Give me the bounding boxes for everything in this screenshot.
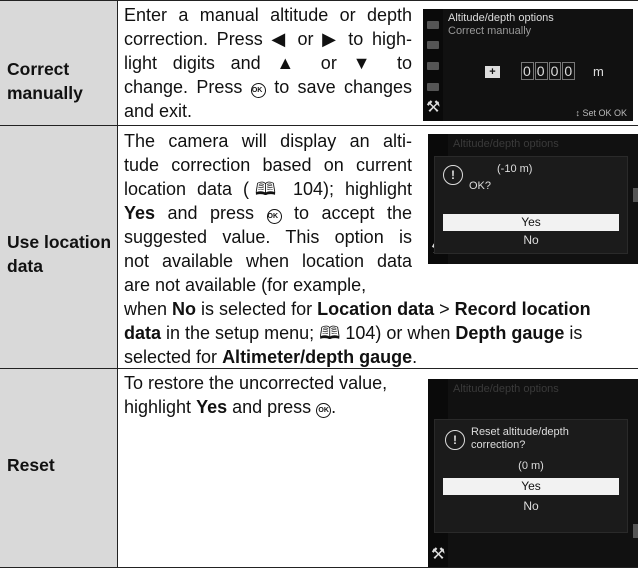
option-yes[interactable]: Yes bbox=[443, 214, 619, 231]
bold-term: No bbox=[172, 299, 197, 319]
question-text: OK? bbox=[469, 180, 492, 192]
sign-field[interactable]: + bbox=[485, 66, 500, 78]
digit-1[interactable]: 0 bbox=[521, 62, 534, 80]
row-label: Reset bbox=[7, 455, 55, 475]
bold-term: Altimeter/depth gauge bbox=[222, 347, 413, 367]
screen-title: Altitude/depth options bbox=[448, 12, 554, 24]
ok-button-icon: OK bbox=[316, 403, 332, 418]
suggested-value: (-10 m) bbox=[497, 163, 533, 175]
row-reset: Reset To restore the uncorrected value, h… bbox=[0, 368, 638, 568]
menu-tab bbox=[633, 524, 638, 538]
confirm-dialog: ! Reset altitude/depth correction? (0 m)… bbox=[434, 419, 628, 533]
text-run: in the setup menu; 🕮 104) or when bbox=[161, 323, 456, 343]
bold-term: Depth gauge bbox=[455, 323, 565, 343]
screen-title: Altitude/depth options bbox=[453, 383, 559, 395]
digit-fields[interactable]: 0000 bbox=[521, 62, 576, 80]
column-divider bbox=[117, 1, 118, 126]
unit-label: m bbox=[593, 64, 604, 79]
text-run: is selected for bbox=[196, 299, 318, 319]
menu-tab bbox=[633, 188, 638, 202]
text-line: Yes and press OK to accept the bbox=[124, 201, 412, 225]
bold-term: Location data bbox=[317, 299, 435, 319]
text-run: suggested value. This option is bbox=[124, 227, 412, 247]
camera-screen-correct-manually: ⚒ Altitude/depth options Correct manuall… bbox=[423, 9, 633, 121]
text-line: location data (🕮 104); highlight bbox=[124, 177, 412, 201]
bold-term: Record location bbox=[454, 299, 591, 319]
text-run: are not available (for example, bbox=[124, 275, 367, 295]
option-yes[interactable]: Yes bbox=[443, 478, 619, 495]
reset-message: Reset altitude/depth correction? bbox=[471, 426, 569, 451]
text-run: . bbox=[412, 347, 418, 367]
text-run: selected for bbox=[124, 347, 223, 367]
option-no[interactable]: No bbox=[443, 498, 619, 515]
screen-title: Altitude/depth options bbox=[453, 138, 559, 150]
row-label: Correct manually bbox=[7, 59, 83, 103]
text-run: To restore the uncorrected value, bbox=[124, 373, 388, 393]
screen-subtitle: Correct manually bbox=[448, 25, 532, 37]
bold-term: Yes bbox=[124, 203, 156, 223]
column-divider bbox=[117, 126, 118, 369]
text-line: suggested value. This option is bbox=[124, 225, 412, 249]
row-description-continued: when No is selected for Location data > … bbox=[124, 297, 636, 369]
confirm-dialog: ! (-10 m) OK? Yes No bbox=[434, 156, 628, 254]
text-line: data in the setup menu; 🕮 104) or when D… bbox=[124, 321, 636, 345]
bold-term: Yes bbox=[196, 397, 228, 417]
digit-2[interactable]: 0 bbox=[534, 62, 548, 80]
bold-term: data bbox=[124, 323, 162, 343]
movie-icon bbox=[427, 62, 439, 70]
warning-icon: ! bbox=[445, 430, 465, 450]
text-line: To restore the uncorrected value, bbox=[124, 371, 424, 395]
text-run: > bbox=[434, 299, 455, 319]
text-run: . bbox=[331, 397, 337, 417]
text-line: when No is selected for Location data > … bbox=[124, 297, 636, 321]
row-description: The camera will display an alti-tude cor… bbox=[124, 129, 412, 297]
text-run: and press bbox=[227, 397, 317, 417]
text-line: tude correction based on current bbox=[124, 153, 412, 177]
row-description: To restore the uncorrected value, highlig… bbox=[124, 371, 424, 419]
ok-button-icon: OK bbox=[266, 209, 282, 224]
ok-button-icon: OK bbox=[250, 83, 266, 98]
text-line: not available when location data bbox=[124, 249, 412, 273]
wrench-icon: ⚒ bbox=[426, 99, 441, 116]
warning-icon: ! bbox=[443, 165, 463, 185]
set-ok-hint: ↕ Set OK OK bbox=[575, 108, 627, 118]
row-description: Enter a manual altitude or depth correct… bbox=[124, 5, 412, 121]
text-run: location data (🕮 104); highlight bbox=[124, 179, 412, 199]
row-correct-manually: Correct manually Enter a manual altitude… bbox=[0, 0, 638, 126]
text-line: The camera will display an alti- bbox=[124, 129, 412, 153]
row-use-location-data: Use location data The camera will displa… bbox=[0, 125, 638, 369]
text-run: The camera will display an alti- bbox=[124, 131, 412, 151]
custom-icon bbox=[427, 83, 439, 91]
text-run: and press bbox=[155, 203, 267, 223]
option-no[interactable]: No bbox=[443, 232, 619, 249]
label-cell: Use location data bbox=[0, 126, 117, 369]
text-line: highlight Yes and press OK. bbox=[124, 395, 424, 419]
camera-screen-use-location-data: ⚒ Altitude/depth options ! (-10 m) OK? Y… bbox=[428, 134, 638, 264]
shooting-icon bbox=[427, 41, 439, 49]
digit-4[interactable]: 0 bbox=[562, 62, 576, 80]
text-run: tude correction based on current bbox=[124, 155, 412, 175]
column-divider bbox=[117, 369, 118, 567]
playback-icon bbox=[427, 21, 439, 29]
digit-3[interactable]: 0 bbox=[548, 62, 562, 80]
camera-screen-reset: ⚒ Altitude/depth options ! Reset altitud… bbox=[428, 379, 638, 567]
text-run: not available when location data bbox=[124, 251, 412, 271]
text-run: to accept the bbox=[281, 203, 412, 223]
wrench-icon: ⚒ bbox=[431, 546, 446, 563]
text-run: is bbox=[564, 323, 583, 343]
reset-value: (0 m) bbox=[518, 460, 544, 472]
text-line: are not available (for example, bbox=[124, 273, 412, 297]
text-line: selected for Altimeter/depth gauge. bbox=[124, 345, 636, 369]
text-run: when bbox=[124, 299, 173, 319]
label-cell: Correct manually bbox=[0, 1, 117, 126]
row-label: Use location data bbox=[7, 232, 112, 276]
menu-sidebar: ⚒ bbox=[423, 9, 443, 121]
label-cell: Reset bbox=[0, 369, 117, 567]
text-run: highlight bbox=[124, 397, 197, 417]
